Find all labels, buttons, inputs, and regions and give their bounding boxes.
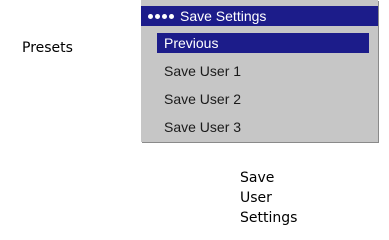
caption-line: Settings <box>240 210 298 226</box>
save-settings-menu: Save Settings Previous Save User 1 Save … <box>141 0 378 142</box>
menu-item-previous[interactable]: Previous <box>157 33 369 53</box>
menu-indicator-dots-icon <box>148 13 176 19</box>
menu-title-bar: Save Settings <box>141 6 378 26</box>
caption: Save User Settings <box>240 168 297 228</box>
menu-item-save-user-2[interactable]: Save User 2 <box>157 89 369 109</box>
presets-label: Presets <box>22 40 73 56</box>
caption-line: Save <box>240 170 275 186</box>
caption-line: User <box>240 190 272 206</box>
menu-item-save-user-3[interactable]: Save User 3 <box>157 117 369 137</box>
menu-item-save-user-1[interactable]: Save User 1 <box>157 61 369 81</box>
menu-title: Save Settings <box>180 8 267 24</box>
